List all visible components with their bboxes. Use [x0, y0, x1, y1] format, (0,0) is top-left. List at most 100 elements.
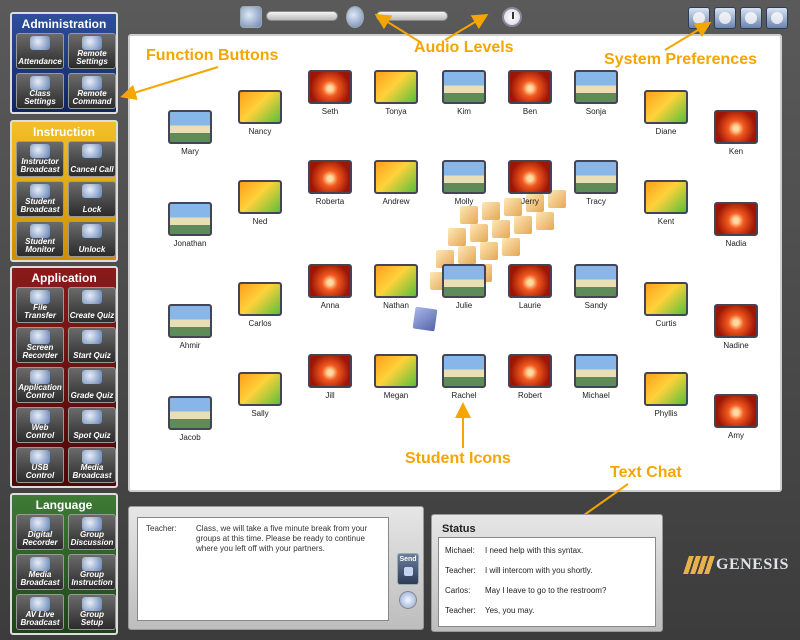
screen-recorder-button[interactable]: Screen Recorder	[16, 327, 64, 363]
speaker-level-slider[interactable]	[266, 11, 338, 21]
create-quiz-button[interactable]: Create Quiz	[68, 287, 116, 323]
class-settings-button[interactable]: Class Settings	[16, 73, 64, 109]
spot-quiz-button[interactable]: Spot Quiz	[68, 407, 116, 443]
av-live-icon	[30, 597, 50, 611]
student-name: Nadia	[725, 239, 747, 248]
attendance-button[interactable]: Attendance	[16, 33, 64, 69]
student-monitor-button[interactable]: Student Monitor	[16, 221, 64, 257]
student-icon-julie[interactable]: Julie	[434, 264, 494, 310]
student-icon-anna[interactable]: Anna	[300, 264, 360, 310]
button-label: Student Broadcast	[20, 197, 60, 214]
screen-recorder-icon	[30, 330, 50, 344]
student-icon-jerry[interactable]: Jerry	[500, 160, 560, 206]
student-name: Sandy	[584, 301, 608, 310]
student-icon-roberta[interactable]: Roberta	[300, 160, 360, 206]
button-label: AV Live Broadcast	[20, 610, 60, 627]
student-icon-nancy[interactable]: Nancy	[230, 90, 290, 136]
clock-icon[interactable]	[502, 7, 522, 27]
group-discussion-button[interactable]: Group Discussion	[68, 514, 116, 550]
student-icon-molly[interactable]: Molly	[434, 160, 494, 206]
microphone-icon[interactable]	[346, 6, 364, 28]
student-icon-tonya[interactable]: Tonya	[366, 70, 426, 116]
logo-cube	[460, 206, 478, 224]
student-thumbnail	[644, 90, 688, 124]
button-label: Screen Recorder	[22, 343, 58, 360]
classroom-canvas: Mary Nancy Seth Tonya Kim Ben Sonja Diane Ken Rob…	[128, 34, 782, 492]
student-name: Mary	[181, 147, 199, 156]
media-broadcast-button[interactable]: Media Broadcast	[16, 554, 64, 590]
student-icon-michael[interactable]: Michael	[566, 354, 626, 400]
student-icon-sandy[interactable]: Sandy	[566, 264, 626, 310]
student-icon-diane[interactable]: Diane	[636, 90, 696, 136]
student-icon-sonja[interactable]: Sonja	[566, 70, 626, 116]
student-name: Ben	[522, 107, 538, 116]
start-quiz-button[interactable]: Start Quiz	[68, 327, 116, 363]
file-transfer-button[interactable]: File Transfer	[16, 287, 64, 323]
annotation-text-chat: Text Chat	[610, 464, 682, 481]
student-broadcast-button[interactable]: Student Broadcast	[16, 181, 64, 217]
student-name: Jerry	[521, 197, 539, 206]
student-name: Jacob	[179, 433, 201, 442]
group-instruction-button[interactable]: Group Instruction	[68, 554, 116, 590]
student-icon-nadine[interactable]: Nadine	[706, 304, 766, 350]
student-thumbnail	[442, 160, 486, 194]
annotation-student-icons: Student Icons	[405, 450, 511, 467]
student-icon-rachel[interactable]: Rachel	[434, 354, 494, 400]
send-button[interactable]: Send	[397, 553, 419, 585]
unlock-button[interactable]: Unlock	[68, 221, 116, 257]
student-icon-jacob[interactable]: Jacob	[160, 396, 220, 442]
student-icon-ned[interactable]: Ned	[230, 180, 290, 226]
grade-quiz-button[interactable]: Grade Quiz	[68, 367, 116, 403]
broadcast-icon	[30, 184, 50, 198]
web-control-button[interactable]: Web Control	[16, 407, 64, 443]
chat-settings-button[interactable]	[740, 7, 762, 29]
student-icon-robert[interactable]: Robert	[500, 354, 560, 400]
student-icon-seth[interactable]: Seth	[300, 70, 360, 116]
student-icon-kim[interactable]: Kim	[434, 70, 494, 116]
digital-recorder-button[interactable]: Digital Recorder	[16, 514, 64, 550]
button-label: Application Control	[18, 383, 62, 400]
media-broadcast-button[interactable]: Media Broadcast	[68, 447, 116, 483]
remote-settings-button[interactable]: Remote Settings	[68, 33, 116, 69]
group-setup-button[interactable]: Group Setup	[68, 594, 116, 630]
usb-control-button[interactable]: USB Control	[16, 447, 64, 483]
student-icon-ahmir[interactable]: Ahmir	[160, 304, 220, 350]
av-live-broadcast-button[interactable]: AV Live Broadcast	[16, 594, 64, 630]
cancel-call-button[interactable]: Cancel Call	[68, 141, 116, 177]
microphone-level-slider[interactable]	[376, 11, 448, 21]
student-icon-ben[interactable]: Ben	[500, 70, 560, 116]
speaker-icon[interactable]	[240, 6, 262, 28]
system-preferences-button[interactable]	[766, 7, 788, 29]
remote-command-button[interactable]: Remote Command	[68, 73, 116, 109]
student-icon-tracy[interactable]: Tracy	[566, 160, 626, 206]
message-textarea[interactable]: Teacher: Class, we will take a five minu…	[137, 517, 389, 621]
genesis-logo: GENESIS	[683, 556, 789, 574]
broadcast-icon	[30, 144, 50, 158]
student-icon-carlos[interactable]: Carlos	[230, 282, 290, 328]
student-icon-curtis[interactable]: Curtis	[636, 282, 696, 328]
student-thumbnail	[168, 110, 212, 144]
student-name: Sonja	[585, 107, 607, 116]
student-icon-andrew[interactable]: Andrew	[366, 160, 426, 206]
application-control-button[interactable]: Application Control	[16, 367, 64, 403]
lock-button[interactable]: Lock	[68, 181, 116, 217]
student-icon-sally[interactable]: Sally	[230, 372, 290, 418]
logo-cube	[514, 216, 532, 234]
student-thumbnail	[714, 304, 758, 338]
button-label: Lock	[82, 205, 102, 214]
student-icon-jill[interactable]: Jill	[300, 354, 360, 400]
student-icon-nadia[interactable]: Nadia	[706, 202, 766, 248]
student-icon-megan[interactable]: Megan	[366, 354, 426, 400]
student-icon-amy[interactable]: Amy	[706, 394, 766, 440]
student-icon-nathan[interactable]: Nathan	[366, 264, 426, 310]
display-settings-button[interactable]	[688, 7, 710, 29]
instructor-broadcast-button[interactable]: Instructor Broadcast	[16, 141, 64, 177]
student-icon-mary[interactable]: Mary	[160, 110, 220, 156]
student-icon-phyllis[interactable]: Phyllis	[636, 372, 696, 418]
student-icon-kent[interactable]: Kent	[636, 180, 696, 226]
chat-bubble-icon[interactable]	[399, 591, 417, 609]
student-icon-ken[interactable]: Ken	[706, 110, 766, 156]
tools-settings-button[interactable]	[714, 7, 736, 29]
student-icon-jonathan[interactable]: Jonathan	[160, 202, 220, 248]
student-icon-laurie[interactable]: Laurie	[500, 264, 560, 310]
